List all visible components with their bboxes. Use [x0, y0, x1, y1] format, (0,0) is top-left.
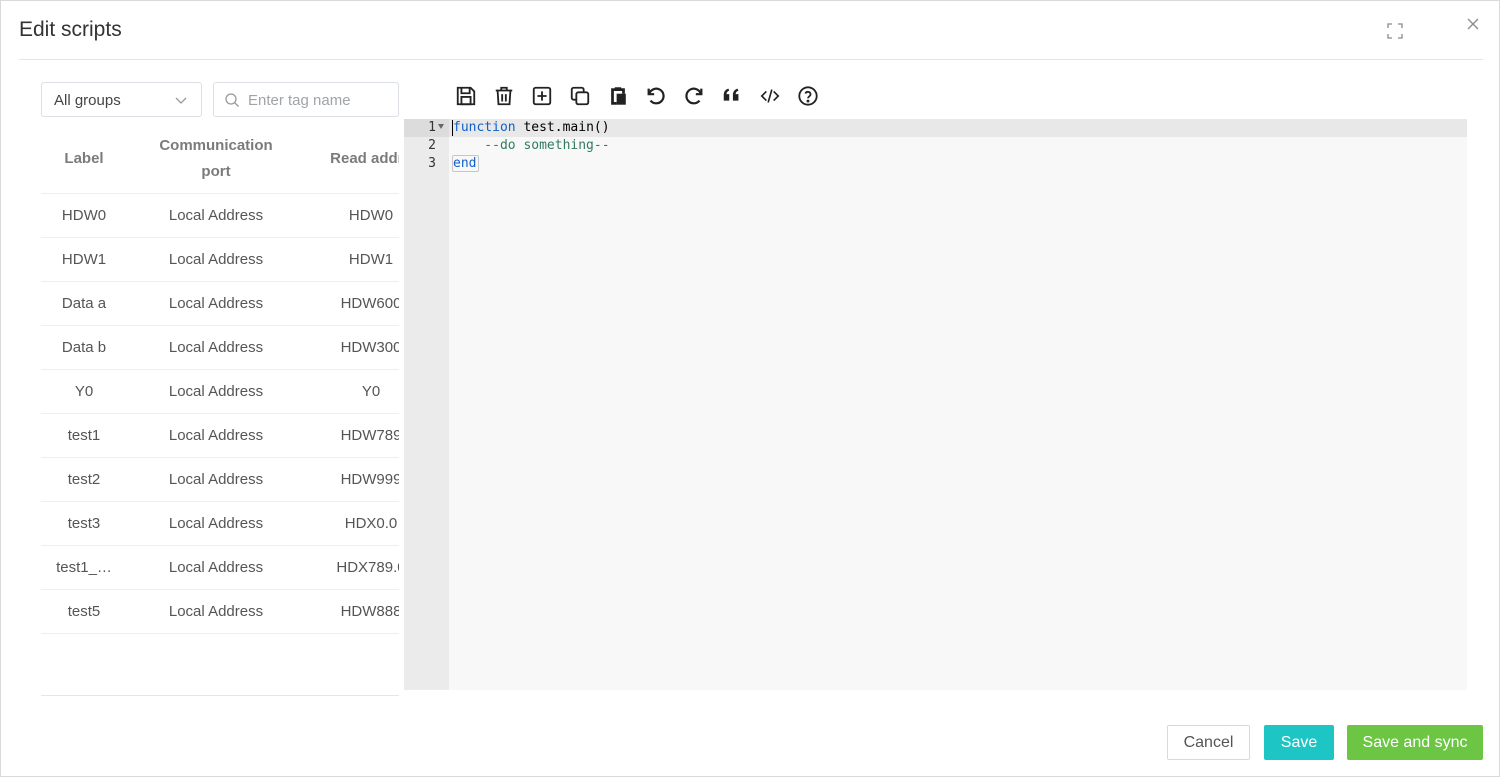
- cell-label: test3: [67, 515, 101, 532]
- cell-label: test2: [67, 471, 101, 488]
- column-header-label: Label: [64, 149, 104, 167]
- cell-label: test1: [67, 427, 101, 444]
- save-icon[interactable]: [454, 84, 478, 108]
- cell-label: Data a: [61, 295, 107, 312]
- cell-port: Local Address: [168, 207, 264, 224]
- delete-icon[interactable]: [492, 84, 516, 108]
- cell-read-address: Y0: [361, 383, 381, 400]
- cancel-button[interactable]: Cancel: [1167, 725, 1250, 760]
- cell-label: HDW1: [61, 251, 107, 268]
- cell-port: Local Address: [168, 251, 264, 268]
- tag-table: Label Communication port Read addre HDW0…: [41, 123, 399, 696]
- cell-read-address: HDW1: [348, 251, 394, 268]
- matching-keyword-highlight: [452, 155, 479, 172]
- quote-icon[interactable]: [720, 84, 744, 108]
- editor-gutter: [404, 119, 449, 690]
- code-keyword: function: [453, 120, 516, 135]
- line-number: 3: [428, 156, 436, 171]
- cell-label: test1_…: [56, 559, 112, 576]
- paste-icon[interactable]: [606, 84, 630, 108]
- column-header-port-text: Communication port: [159, 136, 273, 180]
- table-row[interactable]: Y0 Local Address Y0: [41, 370, 399, 414]
- save-button[interactable]: Save: [1264, 725, 1334, 760]
- code-line: function test.main(): [453, 119, 610, 137]
- add-icon[interactable]: [530, 84, 554, 108]
- help-icon[interactable]: [796, 84, 820, 108]
- save-and-sync-button[interactable]: Save and sync: [1347, 725, 1483, 760]
- table-row[interactable]: Data a Local Address HDW600: [41, 282, 399, 326]
- cell-port: Local Address: [168, 471, 264, 488]
- table-row[interactable]: test2 Local Address HDW999: [41, 458, 399, 502]
- fold-arrow-icon[interactable]: [438, 124, 444, 129]
- column-header-port: Communication port: [151, 123, 281, 194]
- cell-port: Local Address: [168, 559, 264, 576]
- tag-search: [213, 82, 399, 117]
- cell-read-address: HDW600: [340, 295, 399, 312]
- column-header-read-address: Read addre: [330, 149, 399, 167]
- line-number: 1: [428, 120, 436, 135]
- cell-port: Local Address: [168, 383, 264, 400]
- code-editor[interactable]: 1 2 3 function test.main() --do somethin…: [404, 119, 1467, 690]
- search-input[interactable]: [248, 88, 393, 112]
- dialog-title: Edit scripts: [19, 18, 122, 41]
- close-icon[interactable]: [1464, 15, 1482, 33]
- table-row[interactable]: HDW1 Local Address HDW1: [41, 238, 399, 282]
- chevron-down-icon: [173, 92, 189, 108]
- cell-read-address: HDW300: [340, 339, 399, 356]
- cell-read-address: HDX789.0: [336, 559, 399, 576]
- cell-read-address: HDW888: [340, 603, 399, 620]
- table-row[interactable]: HDW0 Local Address HDW0: [41, 194, 399, 238]
- edit-scripts-dialog: Edit scripts All groups Label Communicat…: [0, 0, 1500, 777]
- cell-label: Data b: [61, 339, 107, 356]
- copy-icon[interactable]: [568, 84, 592, 108]
- fullscreen-icon[interactable]: [1386, 22, 1404, 40]
- cell-port: Local Address: [168, 427, 264, 444]
- table-row[interactable]: test1 Local Address HDW789: [41, 414, 399, 458]
- header-divider: [19, 59, 1483, 60]
- cell-port: Local Address: [168, 295, 264, 312]
- code-text: test.main(): [515, 120, 610, 135]
- undo-icon[interactable]: [644, 84, 668, 108]
- table-header: Label Communication port Read addre: [41, 123, 399, 194]
- group-select[interactable]: All groups: [41, 82, 202, 117]
- table-row[interactable]: test5 Local Address HDW888: [41, 590, 399, 634]
- code-icon[interactable]: [758, 84, 782, 108]
- table-row[interactable]: test1_… Local Address HDX789.0: [41, 546, 399, 590]
- cell-read-address: HDX0.0: [344, 515, 398, 532]
- cell-read-address: HDW999: [340, 471, 399, 488]
- table-row[interactable]: Data b Local Address HDW300: [41, 326, 399, 370]
- redo-icon[interactable]: [682, 84, 706, 108]
- cell-port: Local Address: [168, 603, 264, 620]
- code-comment: --do something--: [453, 138, 610, 153]
- cell-port: Local Address: [168, 515, 264, 532]
- cell-label: Y0: [74, 383, 94, 400]
- cell-port: Local Address: [168, 339, 264, 356]
- group-select-value: All groups: [54, 92, 121, 109]
- cell-label: test5: [67, 603, 101, 620]
- cell-read-address: HDW789: [340, 427, 399, 444]
- table-row[interactable]: test3 Local Address HDX0.0: [41, 502, 399, 546]
- search-icon: [224, 92, 240, 108]
- cell-read-address: HDW0: [348, 207, 394, 224]
- line-number: 2: [428, 138, 436, 153]
- cell-label: HDW0: [61, 207, 107, 224]
- text-cursor: [452, 120, 453, 136]
